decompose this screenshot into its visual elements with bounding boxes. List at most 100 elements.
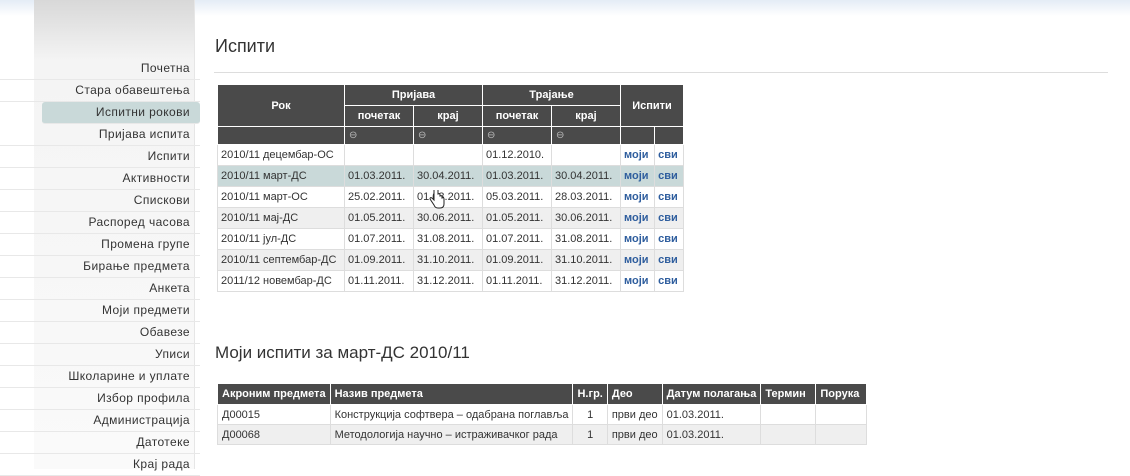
- sidebar-item[interactable]: Администрација: [0, 410, 200, 432]
- sidebar-item[interactable]: Избор профила: [0, 388, 200, 410]
- period-name: 2010/11 март-ОС: [217, 186, 345, 208]
- sidebar-item[interactable]: Датотеке: [0, 432, 200, 454]
- my-exams-link[interactable]: моји: [624, 191, 649, 203]
- sidebar-item[interactable]: Распоред часова: [0, 212, 200, 234]
- sidebar-item[interactable]: Школарине и уплате: [0, 366, 200, 388]
- all-exams-link[interactable]: сви: [658, 212, 678, 224]
- sort-ispiti-moji: [619, 126, 656, 145]
- sidebar-item[interactable]: Испити: [0, 146, 200, 168]
- all-exams-link[interactable]: сви: [658, 233, 678, 245]
- sidebar-item[interactable]: Пријава испита: [0, 124, 200, 146]
- sidebar-item[interactable]: Моји предмети: [0, 300, 200, 322]
- duration-end: 28.03.2011.: [551, 186, 621, 208]
- col-header-prijava-end: крај: [413, 105, 483, 127]
- my-exams-link[interactable]: моји: [624, 212, 649, 224]
- period-name: 2010/11 март-ДС: [217, 165, 345, 187]
- table-cell: Конструкција софтвера – одабрана поглављ…: [329, 404, 574, 425]
- table-cell: [815, 404, 868, 425]
- duration-start: 01.03.2011.: [482, 165, 552, 187]
- registration-end: 31.08.2011.: [413, 228, 483, 250]
- col-header-prijava: Пријава: [344, 84, 483, 106]
- table-row: Д00068 Методологија научно – истраживачко…: [217, 424, 868, 445]
- sort-ispiti-svi: [654, 126, 684, 145]
- duration-start: 01.11.2011.: [482, 270, 552, 292]
- duration-end: 30.06.2011.: [551, 207, 621, 229]
- registration-end: 31.10.2011.: [413, 249, 483, 271]
- duration-end: 31.08.2011.: [551, 228, 621, 250]
- my-exams-link-cell: моји: [619, 270, 656, 292]
- all-exams-link[interactable]: сви: [658, 254, 678, 266]
- table-cell: 01.03.2011.: [661, 404, 762, 425]
- sort-icon[interactable]: ⊖: [551, 126, 621, 145]
- col-header-rok: Рок: [217, 84, 345, 127]
- sidebar-item[interactable]: Почетна: [0, 58, 200, 80]
- my-exams-link[interactable]: моји: [624, 170, 649, 182]
- duration-start: 01.12.2010.: [482, 144, 552, 166]
- sidebar-item[interactable]: Спискови: [0, 190, 200, 212]
- registration-start: 01.09.2011.: [344, 249, 414, 271]
- registration-start: 01.11.2011.: [344, 270, 414, 292]
- sidebar-item[interactable]: Обавезе: [0, 322, 200, 344]
- sidebar-item[interactable]: Бирање предмета: [0, 256, 200, 278]
- period-name: 2010/11 јул-ДС: [217, 228, 345, 250]
- registration-end: 30.06.2011.: [413, 207, 483, 229]
- sort-rok[interactable]: [217, 126, 345, 145]
- table-row: 2010/11 септембар-ДС 01.09.2011. 31.10.201…: [217, 249, 684, 271]
- all-exams-link[interactable]: сви: [658, 191, 678, 203]
- sidebar-item[interactable]: Активности: [0, 168, 200, 190]
- sidebar-item[interactable]: Уписи: [0, 344, 200, 366]
- sidebar-item[interactable]: Стара обавештења: [0, 80, 200, 102]
- table-row: 2010/11 јул-ДС 01.07.2011. 31.08.2011. 01.0…: [217, 228, 684, 250]
- my-exams-link-cell: моји: [619, 186, 656, 208]
- duration-end: [551, 144, 621, 166]
- duration-end: 31.12.2011.: [551, 270, 621, 292]
- my-exams-link[interactable]: моји: [624, 233, 649, 245]
- col-header: Датум полагања: [661, 383, 762, 405]
- table-cell: Д00068: [217, 424, 331, 445]
- sort-icon[interactable]: ⊖: [482, 126, 552, 145]
- my-exams-link[interactable]: моји: [624, 149, 649, 161]
- col-header: Термин: [760, 383, 817, 405]
- col-header-trajanje: Трајање: [482, 84, 621, 106]
- all-exams-link[interactable]: сви: [658, 275, 678, 287]
- col-header: Део: [606, 383, 663, 405]
- col-header-prijava-start: почетак: [344, 105, 414, 127]
- all-exams-link-cell: сви: [654, 144, 684, 166]
- sort-icon[interactable]: ⊖: [344, 126, 414, 145]
- table-cell: [760, 424, 817, 445]
- all-exams-link-cell: сви: [654, 228, 684, 250]
- registration-start: 01.07.2011.: [344, 228, 414, 250]
- sidebar-item[interactable]: Крај рада: [0, 454, 200, 476]
- all-exams-link-cell: сви: [654, 270, 684, 292]
- registration-start: 01.03.2011.: [344, 165, 414, 187]
- duration-end: 30.04.2011.: [551, 165, 621, 187]
- title-divider: [214, 72, 1108, 73]
- sidebar-item[interactable]: Испитни рокови: [42, 102, 200, 124]
- sort-icon[interactable]: ⊖: [413, 126, 483, 145]
- col-header-ispiti: Испити: [620, 84, 684, 127]
- period-name: 2010/11 септембар-ДС: [217, 249, 345, 271]
- my-exams-table: Акроним предмета Назив предмета Н.гр. Део Да…: [217, 383, 868, 445]
- duration-end: 31.10.2011.: [551, 249, 621, 271]
- sidebar-item[interactable]: Промена групе: [0, 234, 200, 256]
- col-header-trajanje-end: крај: [551, 105, 621, 127]
- all-exams-link[interactable]: сви: [658, 149, 678, 161]
- registration-start: 25.02.2011.: [344, 186, 414, 208]
- table-row: 2010/11 март-ОС 25.02.2011. 01.03.2011. 05.…: [217, 186, 684, 208]
- my-exams-link[interactable]: моји: [624, 275, 649, 287]
- period-name: 2011/12 новембар-ДС: [217, 270, 345, 292]
- all-exams-link[interactable]: сви: [658, 170, 678, 182]
- table-cell: Д00015: [217, 404, 331, 425]
- table-cell: Методологија научно – истраживачког рада: [329, 424, 574, 445]
- table-cell: 1: [572, 424, 608, 445]
- table-cell: [760, 404, 817, 425]
- sidebar-item[interactable]: Анкета: [0, 278, 200, 300]
- table-cell: 01.03.2011.: [661, 424, 762, 445]
- table-cell: [815, 424, 868, 445]
- table-row: 2011/12 новембар-ДС 01.11.2011. 31.12.2011…: [217, 270, 684, 292]
- period-name: 2010/11 децембар-ОС: [217, 144, 345, 166]
- table-row: 2010/11 мај-ДС 01.05.2011. 30.06.2011. 01.0…: [217, 207, 684, 229]
- hand-cursor-icon: [429, 190, 445, 209]
- sidebar-nav: Почетна Стара обавештења Испитни рокови При…: [0, 58, 200, 476]
- my-exams-link[interactable]: моји: [624, 254, 649, 266]
